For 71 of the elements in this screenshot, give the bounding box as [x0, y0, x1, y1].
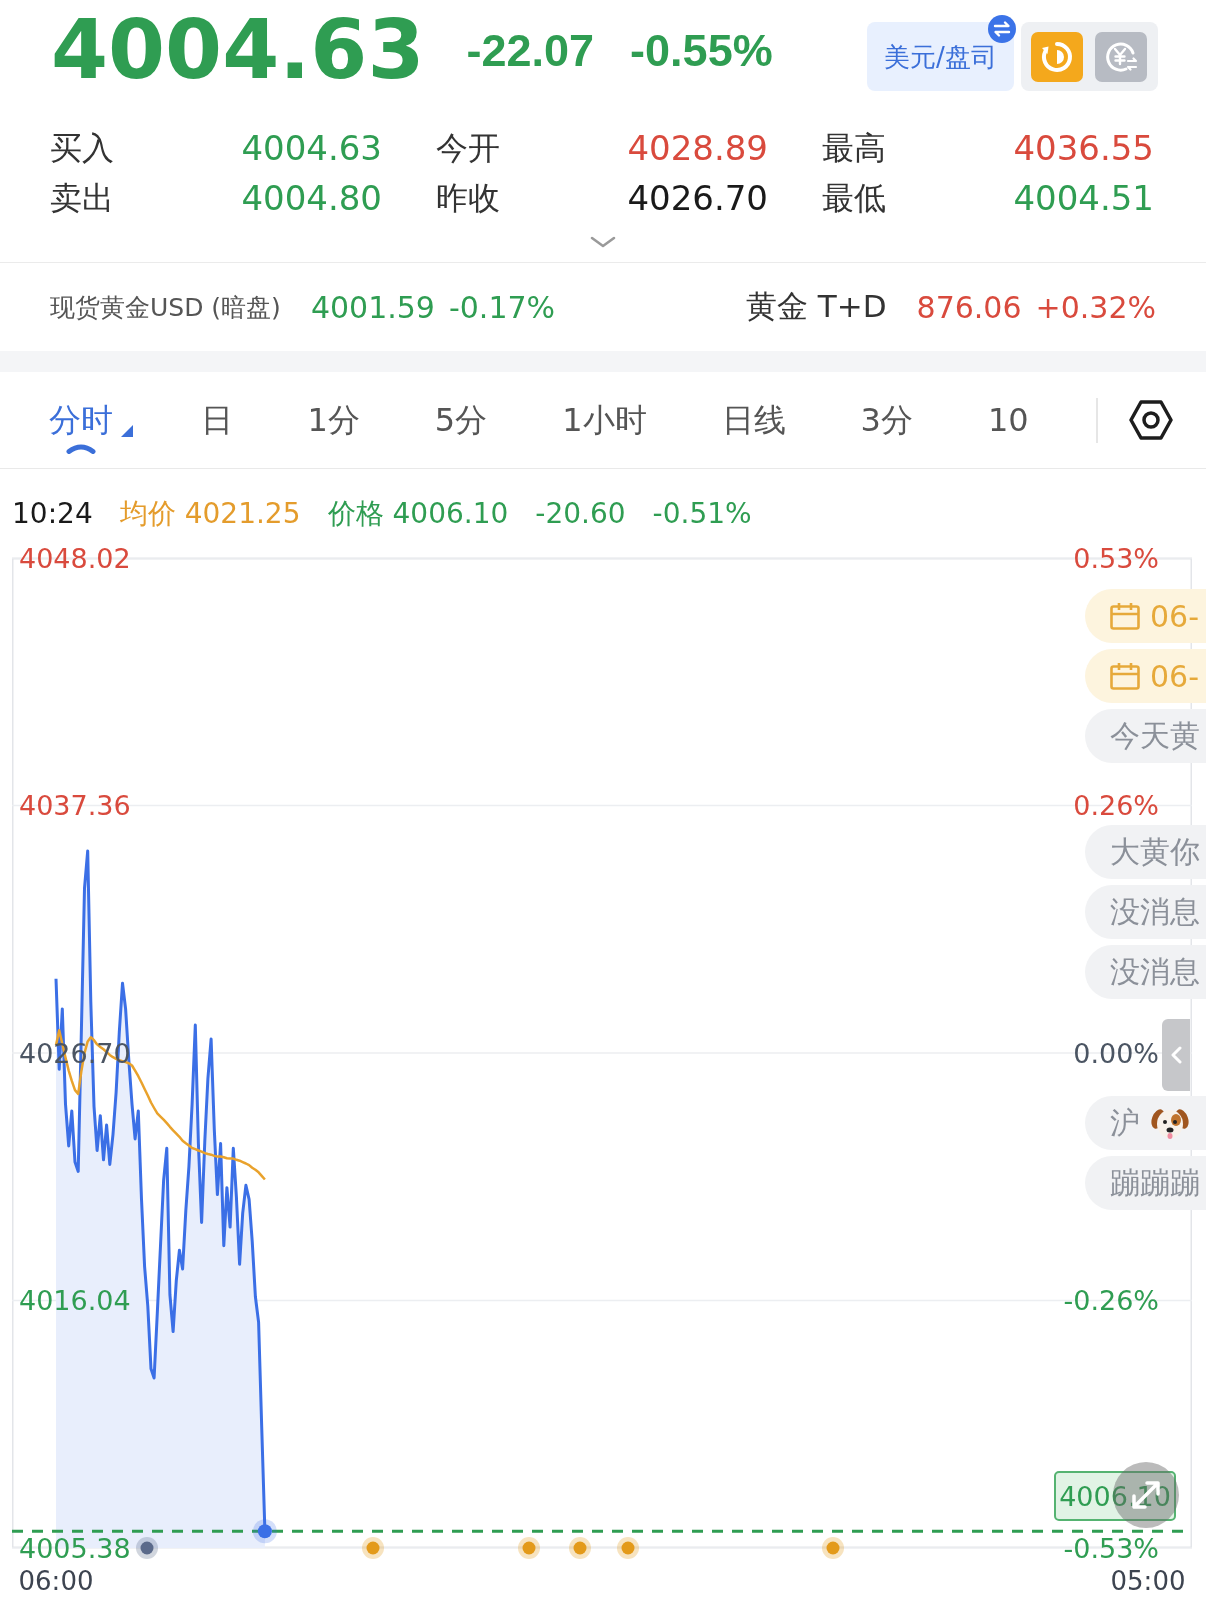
chevron-left-icon — [1170, 1046, 1182, 1064]
instrument-name: 现货黄金USD (暗盘) — [50, 291, 281, 324]
price-change-percent: -0.51% — [652, 495, 752, 532]
price-change: -22.07 — [466, 27, 595, 73]
period-tab[interactable]: 1分 — [270, 400, 398, 440]
currency-button[interactable] — [1095, 31, 1147, 82]
period-tab[interactable]: 分时 — [49, 386, 133, 454]
price-change: -20.60 — [535, 495, 626, 532]
comment-text: 大黄你 — [1110, 832, 1200, 871]
price-axis-label: 4016.04 — [19, 1285, 131, 1316]
period-tab[interactable]: 日线 — [684, 400, 824, 440]
last-price-label: 4006.10 — [1054, 1471, 1176, 1522]
stat-value: 4028.89 — [627, 128, 768, 168]
price-value: 4004.63 — [51, 9, 425, 91]
stat-value: 4026.70 — [627, 178, 768, 218]
price-change-percent: -0.55% — [630, 27, 773, 73]
comment-text: 今天黄 — [1110, 716, 1200, 755]
comment-text: 没消息 — [1110, 892, 1200, 931]
circular-arrow-icon — [1040, 39, 1074, 74]
stat-label: 最高 — [822, 128, 886, 168]
caret-icon — [121, 424, 133, 437]
percent-axis-label: 0.00% — [1073, 1037, 1159, 1069]
settings-icon — [1129, 400, 1173, 440]
stat-label: 卖出 — [50, 178, 114, 218]
refresh-button[interactable] — [1031, 31, 1083, 82]
percent-axis-label: 0.53% — [1073, 542, 1159, 574]
end-dot-icon — [252, 1519, 277, 1544]
period-tab[interactable]: 10 — [950, 400, 1067, 440]
stat-value: 4004.63 — [241, 128, 382, 168]
period-tab[interactable]: 3分 — [823, 400, 951, 440]
period-tab[interactable]: 日 — [163, 400, 270, 440]
instrument-price: 876.06 — [916, 289, 1022, 325]
series-label: 价格 — [327, 495, 384, 532]
instrument-price: 4001.59 — [310, 289, 435, 325]
period-tab[interactable]: 5分 — [397, 400, 525, 440]
collapse-handle[interactable] — [1162, 1019, 1190, 1091]
series-value: 4006.10 — [392, 495, 509, 532]
instrument-name: 黄金 T+D — [745, 287, 887, 326]
stat-value: 4004.80 — [241, 178, 382, 218]
comment-text: 06- — [1150, 598, 1199, 634]
unit-toggle-button[interactable]: 美元/盘司 — [867, 22, 1014, 91]
stat-label: 买入 — [50, 128, 114, 168]
time-axis-label: 05:00 — [1110, 1566, 1186, 1596]
settings-button[interactable] — [1129, 400, 1173, 440]
stat-value: 4004.51 — [1013, 178, 1154, 218]
stat-label: 昨收 — [436, 178, 500, 218]
stat-value: 4036.55 — [1013, 128, 1154, 168]
series-value: 4021.25 — [184, 495, 301, 532]
comment-text: 蹦蹦蹦 — [1110, 1163, 1200, 1202]
calendar-icon — [1110, 602, 1140, 630]
tab-indicator-icon — [66, 441, 96, 454]
percent-axis-label: 0.26% — [1073, 790, 1159, 821]
time-axis-label: 06:00 — [18, 1566, 94, 1596]
instrument-change: +0.32% — [1035, 289, 1156, 325]
price-axis-label: 4005.38 — [19, 1532, 131, 1564]
instrument-change: -0.17% — [448, 289, 556, 325]
percent-axis-label: -0.53% — [1063, 1532, 1159, 1564]
comment-text: 06- — [1150, 658, 1199, 694]
time-label: 10:24 — [12, 495, 93, 532]
chevron-down-icon[interactable] — [590, 236, 616, 248]
period-tab[interactable]: 1小时 — [524, 400, 685, 440]
series-label: 均价 — [119, 495, 176, 532]
price-axis-label: 4037.36 — [19, 790, 131, 821]
percent-axis-label: -0.26% — [1063, 1285, 1159, 1316]
price-axis-label: 4048.02 — [19, 542, 131, 574]
calendar-icon — [1110, 662, 1140, 690]
stat-label: 最低 — [822, 178, 886, 218]
comment-text: 没消息 — [1110, 952, 1200, 991]
comment-text: 沪 — [1110, 1103, 1140, 1142]
swap-badge-icon — [988, 15, 1016, 43]
stat-label: 今开 — [436, 128, 500, 168]
